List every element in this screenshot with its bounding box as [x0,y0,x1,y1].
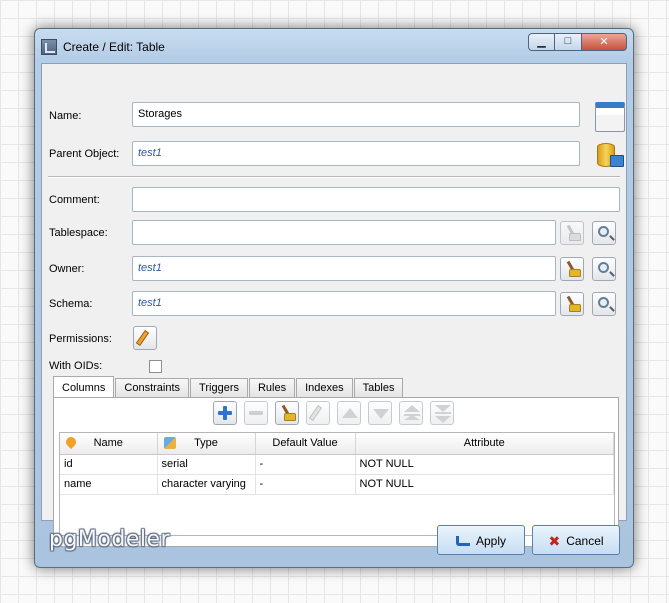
owner-clear-button[interactable] [560,257,584,281]
broom-icon [565,260,581,278]
tablespace-field[interactable] [132,220,556,245]
cell-default: - [255,454,356,475]
tab-tables[interactable]: Tables [353,378,404,397]
database-icon [595,141,625,171]
column-header-default[interactable]: Default Value [255,433,356,455]
broom-icon [565,224,581,242]
table-dialog: Create / Edit: Table ▁ □ ✕ Name: Storage… [34,28,634,568]
window-title: Create / Edit: Table [63,40,165,54]
apply-button[interactable]: Apply [437,525,525,555]
cancel-x-icon: ✖ [548,532,561,549]
arrow-up-icon [342,408,358,418]
dialog-body: Name: Storages Parent Object: test1 Comm… [41,63,627,547]
magnifier-icon [598,297,609,308]
tab-rules[interactable]: Rules [248,378,296,397]
owner-select-button[interactable] [592,257,616,281]
window-controls: ▁ □ ✕ [528,33,627,51]
cell-type: serial [157,454,256,475]
with-oids-label: With OIDs: [49,360,103,372]
close-icon: ✕ [599,36,609,48]
cell-type: character varying [157,474,256,495]
app-icon [41,39,57,55]
pencil-icon [135,330,150,346]
type-icon [163,437,176,449]
apply-arrow-icon [455,535,470,546]
schema-label: Schema: [49,298,93,310]
broom-icon [280,404,296,422]
move-up-button[interactable] [337,401,361,425]
cell-attribute: NOT NULL [355,454,614,475]
owner-label: Owner: [49,263,85,275]
pencil-icon [308,405,323,421]
cell-default: - [255,474,356,495]
edit-column-button[interactable] [306,401,330,425]
maximize-icon: □ [564,35,572,47]
table-row[interactable]: id serial - NOT NULL [60,454,614,475]
add-column-button[interactable] [213,401,237,425]
magnifier-icon [598,262,609,273]
tablespace-select-button[interactable] [592,221,616,245]
separator [48,176,620,178]
arrow-top-icon [404,405,420,412]
arrow-down-icon [373,409,389,419]
maximize-button[interactable]: □ [555,33,582,51]
schema-clear-button[interactable] [560,292,584,316]
permissions-button[interactable] [133,326,157,350]
comment-input[interactable] [132,187,620,212]
schema-icon [610,155,624,167]
title-bar[interactable]: Create / Edit: Table ▁ □ ✕ [35,29,633,63]
schema-field[interactable]: test1 [132,291,556,316]
table-row[interactable]: name character varying - NOT NULL [60,474,614,495]
move-down-button[interactable] [368,401,392,425]
cell-attribute: NOT NULL [355,474,614,495]
clear-columns-button[interactable] [275,401,299,425]
schema-select-button[interactable] [592,292,616,316]
minus-icon [249,406,263,420]
dialog-footer: pgModeler Apply ✖ Cancel [41,521,627,563]
owner-field[interactable]: test1 [132,256,556,281]
parent-object-field: test1 [132,141,580,166]
tab-columns[interactable]: Columns [53,376,115,397]
cell-name: name [60,474,158,495]
comment-label: Comment: [49,194,100,206]
move-bottom-button[interactable] [430,401,454,425]
key-icon [63,434,79,450]
column-header-attribute[interactable]: Attribute [355,433,614,455]
remove-column-button[interactable] [244,401,268,425]
broom-icon [565,295,581,313]
tablespace-label: Tablespace: [49,227,108,239]
tab-bar: Columns Constraints Triggers Rules Index… [53,376,404,397]
minimize-icon: ▁ [537,36,546,48]
tab-indexes[interactable]: Indexes [296,378,353,397]
parent-object-label: Parent Object: [49,148,120,160]
tab-constraints[interactable]: Constraints [115,378,190,397]
column-header-type[interactable]: Type [157,433,256,455]
column-header-name[interactable]: Name [60,433,158,455]
tab-triggers[interactable]: Triggers [190,378,248,397]
with-oids-checkbox[interactable] [149,360,162,373]
arrow-bottom-icon [435,405,451,412]
magnifier-icon [598,226,609,237]
plus-icon [218,406,232,420]
minimize-button[interactable]: ▁ [528,33,555,51]
permissions-label: Permissions: [49,333,112,345]
move-top-button[interactable] [399,401,423,425]
name-input[interactable]: Storages [132,102,580,127]
cell-name: id [60,454,158,475]
pgmodeler-logo: pgModeler [49,527,171,552]
close-button[interactable]: ✕ [582,33,627,51]
name-label: Name: [49,110,82,122]
table-icon [595,102,625,132]
cancel-button[interactable]: ✖ Cancel [532,525,620,555]
tablespace-clear-button[interactable] [560,221,584,245]
columns-toolbar [213,401,461,425]
